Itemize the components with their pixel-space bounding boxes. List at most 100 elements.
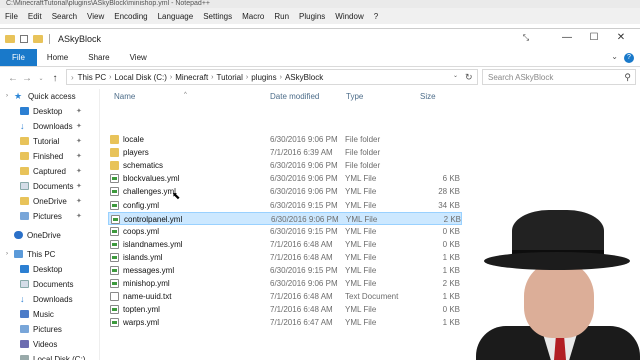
file-date: 7/1/2016 6:39 AM xyxy=(270,148,333,158)
file-row[interactable]: islandnames.yml 7/1/2016 6:48 AM YML File 0… xyxy=(108,238,462,251)
yml-file-icon xyxy=(110,239,119,249)
file-name: controlpanel.yml xyxy=(124,214,183,224)
file-row[interactable]: topten.yml 7/1/2016 6:48 AM YML File 0 KB xyxy=(108,303,462,316)
folder-icon xyxy=(20,137,29,145)
file-row[interactable]: challenges.yml 6/30/2016 9:06 PM YML File 2… xyxy=(108,185,462,198)
npp-menu-item[interactable]: Settings xyxy=(198,12,237,21)
nav-item[interactable]: Documents ✦ xyxy=(0,179,82,193)
file-size: 1 KB xyxy=(442,266,460,275)
npp-menu-item[interactable]: Run xyxy=(269,12,294,21)
tab-view[interactable]: View xyxy=(120,49,157,66)
nav-item[interactable]: Videos xyxy=(0,337,57,351)
npp-menu-item[interactable]: Encoding xyxy=(109,12,152,21)
file-date: 7/1/2016 6:47 AM xyxy=(270,318,333,328)
file-date: 6/30/2016 9:06 PM xyxy=(270,279,338,289)
file-row[interactable]: blockvalues.yml 6/30/2016 9:06 PM YML File… xyxy=(108,172,462,185)
file-type: YML File xyxy=(346,214,378,224)
file-size: 2 KB xyxy=(442,279,460,289)
file-row[interactable]: messages.yml 6/30/2016 9:15 PM YML File 1 K… xyxy=(108,264,462,277)
back-button[interactable]: ← xyxy=(6,73,20,84)
search-input[interactable]: Search ASkyBlock ⚲ xyxy=(482,69,636,85)
file-row[interactable]: config.yml 6/30/2016 9:15 PM YML File 34 KB xyxy=(108,199,462,212)
file-size: 0 KB xyxy=(442,239,460,249)
folder-icon xyxy=(110,148,119,158)
expand-chevron-icon[interactable]: › xyxy=(6,251,8,257)
yml-file-icon xyxy=(110,318,119,328)
music-icon xyxy=(20,310,29,318)
breadcrumb-askyblock[interactable]: ASkyBlock xyxy=(285,73,323,82)
file-type: YML File xyxy=(345,318,377,328)
breadcrumb-minecraft[interactable]: Minecraft xyxy=(175,73,208,82)
tab-share[interactable]: Share xyxy=(78,49,119,66)
nav-item-label: Finished xyxy=(33,151,64,161)
npp-menu-item[interactable]: File xyxy=(0,12,23,21)
pictures-icon xyxy=(20,212,29,220)
breadcrumb-tutorial[interactable]: Tutorial xyxy=(217,73,243,82)
nav-item[interactable]: › ★ Quick access xyxy=(0,89,76,103)
nav-item[interactable]: Desktop ✦ xyxy=(0,104,82,118)
npp-menu-item[interactable]: Window xyxy=(330,12,368,21)
nav-item[interactable]: Music xyxy=(0,307,54,321)
column-name[interactable]: Name xyxy=(114,92,135,101)
npp-menu-item[interactable]: Plugins xyxy=(294,12,330,21)
yml-file-icon xyxy=(110,187,119,197)
file-name: warps.yml xyxy=(123,318,160,328)
tab-file[interactable]: File xyxy=(0,49,37,66)
nav-item[interactable]: OneDrive xyxy=(0,228,61,242)
breadcrumb-local-disk[interactable]: Local Disk (C:) xyxy=(114,73,166,82)
recent-locations-icon[interactable]: ⌄ xyxy=(34,75,48,82)
npp-menu-item[interactable]: Search xyxy=(47,12,82,21)
breadcrumb-plugins[interactable]: plugins xyxy=(251,73,276,82)
nav-item[interactable]: Local Disk (C:) xyxy=(0,352,85,360)
expand-chevron-icon[interactable]: › xyxy=(6,93,8,99)
address-bar[interactable]: › This PC › Local Disk (C:) › Minecraft › T… xyxy=(66,69,478,85)
properties-icon[interactable] xyxy=(20,35,28,43)
file-row[interactable]: schematics 6/30/2016 9:06 PM File folder xyxy=(108,159,462,172)
nav-item[interactable]: Documents xyxy=(0,277,73,291)
nav-item[interactable]: OneDrive ✦ xyxy=(0,194,82,208)
expand-ribbon-icon[interactable]: ⌄ xyxy=(611,52,618,61)
forward-button[interactable]: → xyxy=(20,73,34,84)
help-icon[interactable]: ? xyxy=(624,53,634,63)
file-row[interactable]: coops.yml 6/30/2016 9:15 PM YML File 0 KB xyxy=(108,225,462,238)
npp-menu-item[interactable]: ? xyxy=(369,12,383,21)
file-row[interactable]: warps.yml 7/1/2016 6:47 AM YML File 1 KB xyxy=(108,316,462,329)
file-row[interactable]: islands.yml 7/1/2016 6:48 AM YML File 1 KB xyxy=(108,251,462,264)
maximize-button[interactable]: ☐ xyxy=(587,33,601,43)
minimize-button[interactable]: — xyxy=(560,33,574,43)
npp-menu-item[interactable]: Edit xyxy=(23,12,47,21)
file-row[interactable]: controlpanel.yml 6/30/2016 9:06 PM YML Fil… xyxy=(108,211,462,225)
nav-item[interactable]: Captured ✦ xyxy=(0,164,82,178)
nav-item[interactable]: Tutorial ✦ xyxy=(0,134,82,148)
file-row[interactable]: minishop.yml 6/30/2016 9:06 PM YML File 2 K… xyxy=(108,277,462,290)
npp-menu-item[interactable]: Macro xyxy=(237,12,269,21)
file-size: 1 KB xyxy=(442,252,460,262)
refresh-icon[interactable]: ↻ xyxy=(465,72,473,83)
file-row[interactable]: players 7/1/2016 6:39 AM File folder xyxy=(108,146,462,159)
file-row[interactable]: name-uuid.txt 7/1/2016 6:48 AM Text Docume… xyxy=(108,290,462,303)
close-button[interactable]: ✕ xyxy=(614,33,628,43)
breadcrumb-this-pc[interactable]: This PC xyxy=(78,73,106,82)
new-folder-icon[interactable] xyxy=(33,35,43,43)
up-button[interactable]: ↑ xyxy=(48,73,62,84)
column-type[interactable]: Type xyxy=(346,92,363,101)
nav-item-label: Desktop xyxy=(33,106,63,116)
nav-item[interactable]: Desktop xyxy=(0,262,62,276)
nav-item[interactable]: ↓ Downloads xyxy=(0,292,73,306)
nav-item-label: Pictures xyxy=(33,324,62,334)
nav-item[interactable]: Pictures ✦ xyxy=(0,209,82,223)
nav-item[interactable]: Pictures xyxy=(0,322,62,336)
column-date-modified[interactable]: Date modified xyxy=(270,92,319,101)
nav-item[interactable]: › This PC xyxy=(0,247,55,261)
column-size[interactable]: Size xyxy=(420,92,436,101)
address-dropdown-icon[interactable]: ⌄ xyxy=(453,72,458,79)
nav-item-label: Music xyxy=(33,309,54,319)
file-row[interactable]: locale 6/30/2016 9:06 PM File folder xyxy=(108,133,462,146)
npp-menu-item[interactable]: View xyxy=(82,12,109,21)
file-name: schematics xyxy=(123,161,164,171)
npp-menu-item[interactable]: Language xyxy=(153,12,199,21)
nav-item[interactable]: Finished ✦ xyxy=(0,149,82,163)
tab-home[interactable]: Home xyxy=(37,49,78,66)
nav-item[interactable]: ↓ Downloads ✦ xyxy=(0,119,82,133)
breadcrumb-separator: › xyxy=(245,73,249,81)
